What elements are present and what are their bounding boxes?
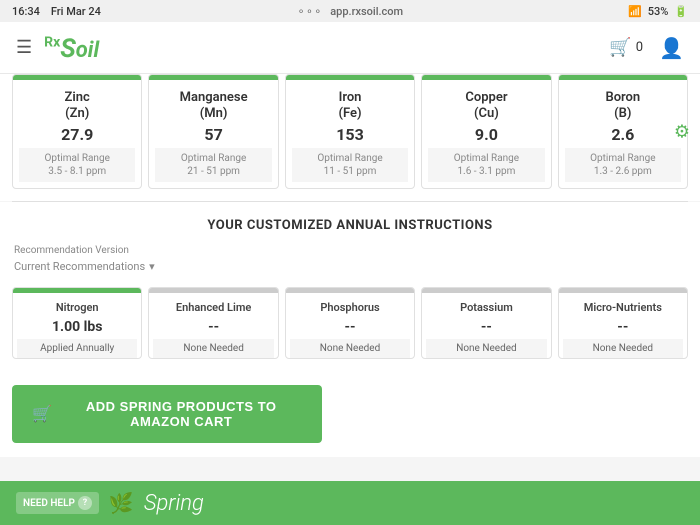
product-name: Nitrogen [17,301,137,315]
nutrient-range: Optimal Range1.6 - 3.1 ppm [428,148,544,182]
product-name: Phosphorus [290,301,410,315]
menu-button[interactable]: ☰ [16,37,32,58]
product-name: Enhanced Lime [153,301,273,315]
cart-button[interactable]: 🛒 0 [609,37,643,58]
product-card-enhanced-lime: Enhanced Lime -- None Needed [148,287,278,359]
nutrient-value: 57 [155,125,271,144]
user-icon[interactable]: 👤 [659,36,684,60]
add-cart-label: ADD SPRING PRODUCTS TO AMAZON CART [60,399,302,429]
nutrient-card-body: Boron(B) 2.6 Optimal Range1.3 - 2.6 ppm [559,80,687,188]
cart-btn-icon: 🛒 [32,404,52,424]
product-status: None Needed [290,339,410,358]
product-status: None Needed [426,339,546,358]
recommendation-value: Current Recommendations [14,260,145,273]
product-value: -- [290,319,410,335]
nutrient-card-zinc: Zinc(Zn) 27.9 Optimal Range3.5 - 8.1 ppm [12,74,142,189]
nutrient-value: 27.9 [19,125,135,144]
cart-icon: 🛒 [609,37,631,58]
nutrient-name: Zinc(Zn) [19,90,135,121]
nutrient-value: 2.6 [565,125,681,144]
nutrient-value: 9.0 [428,125,544,144]
status-time: 16:34 Fri Mar 24 [12,5,101,18]
product-card-micro-nutrients: Micro-Nutrients -- None Needed [558,287,688,359]
nutrient-card-iron: Iron(Fe) 153 Optimal Range11 - 51 ppm [285,74,415,189]
product-card-body: Nitrogen 1.00 lbs Applied Annually [13,293,141,358]
spring-leaf-icon: 🌿 [109,491,134,515]
status-bar: 16:34 Fri Mar 24 ⚬⚬⚬ app.rxsoil.com 📶 53… [0,0,700,22]
season-label: Spring [144,491,204,516]
product-cards: Nitrogen 1.00 lbs Applied Annually Enhan… [12,287,688,359]
nutrient-card-body: Manganese(Mn) 57 Optimal Range21 - 51 pp… [149,80,277,188]
nutrient-cards: Zinc(Zn) 27.9 Optimal Range3.5 - 8.1 ppm… [12,74,688,189]
nutrient-card-body: Copper(Cu) 9.0 Optimal Range1.6 - 3.1 pp… [422,80,550,188]
product-name: Micro-Nutrients [563,301,683,315]
status-url: ⚬⚬⚬ app.rxsoil.com [297,5,403,18]
product-name: Potassium [426,301,546,315]
question-mark: ? [78,496,92,510]
recommendation-label: Recommendation Version [14,245,686,256]
product-card-potassium: Potassium -- None Needed [421,287,551,359]
nutrient-name: Iron(Fe) [292,90,408,121]
product-card-body: Micro-Nutrients -- None Needed [559,293,687,358]
nav-left: ☰ RxSoil [16,34,99,62]
product-card-body: Potassium -- None Needed [422,293,550,358]
add-cart-button[interactable]: 🛒 ADD SPRING PRODUCTS TO AMAZON CART [12,385,322,443]
product-value: -- [426,319,546,335]
instructions-title: YOUR CUSTOMIZED ANNUAL INSTRUCTIONS [12,218,688,233]
nutrient-range: Optimal Range3.5 - 8.1 ppm [19,148,135,182]
product-status: None Needed [153,339,273,358]
top-nav: ☰ RxSoil 🛒 0 👤 [0,22,700,74]
nav-right: 🛒 0 👤 [609,36,684,60]
battery-icon: 53% [648,5,669,18]
instructions-section: YOUR CUSTOMIZED ANNUAL INSTRUCTIONS Reco… [0,202,700,371]
product-status: Applied Annually [17,339,137,358]
nutrient-card-boron: Boron(B) 2.6 Optimal Range1.3 - 2.6 ppm [558,74,688,189]
add-cart-section: 🛒 ADD SPRING PRODUCTS TO AMAZON CART [0,371,700,457]
spring-banner: NEED HELP ? 🌿 Spring [0,481,700,525]
product-value: 1.00 lbs [17,319,137,335]
wifi-icon: 📶 [628,5,642,18]
need-help-badge[interactable]: NEED HELP ? [16,492,99,514]
nutrient-name: Manganese(Mn) [155,90,271,121]
logo-rx: RxSoil [44,34,99,62]
nutrients-section: Zinc(Zn) 27.9 Optimal Range3.5 - 8.1 ppm… [0,74,700,201]
nutrient-card-body: Iron(Fe) 153 Optimal Range11 - 51 ppm [286,80,414,188]
nutrient-card-body: Zinc(Zn) 27.9 Optimal Range3.5 - 8.1 ppm [13,80,141,188]
recommendation-select[interactable]: Current Recommendations ▾ [14,260,686,273]
product-value: -- [153,319,273,335]
nutrient-card-copper: Copper(Cu) 9.0 Optimal Range1.6 - 3.1 pp… [421,74,551,189]
nutrient-card-manganese: Manganese(Mn) 57 Optimal Range21 - 51 pp… [148,74,278,189]
status-indicators: 📶 53% 🔋 [628,5,688,18]
product-card-nitrogen: Nitrogen 1.00 lbs Applied Annually [12,287,142,359]
cart-count: 0 [636,40,643,55]
nutrient-name: Copper(Cu) [428,90,544,121]
product-status: None Needed [563,339,683,358]
product-value: -- [563,319,683,335]
dropdown-icon: ▾ [149,260,155,273]
battery-bar: 🔋 [674,5,688,18]
nutrient-range: Optimal Range21 - 51 ppm [155,148,271,182]
nutrient-value: 153 [292,125,408,144]
logo: RxSoil [44,34,99,62]
product-card-body: Phosphorus -- None Needed [286,293,414,358]
gear-icon[interactable]: ⚙ [674,121,690,142]
nutrient-range: Optimal Range1.3 - 2.6 ppm [565,148,681,182]
nutrient-name: Boron(B) [565,90,681,121]
need-help-label: NEED HELP [23,498,75,509]
product-card-phosphorus: Phosphorus -- None Needed [285,287,415,359]
nutrient-range: Optimal Range11 - 51 ppm [292,148,408,182]
product-card-body: Enhanced Lime -- None Needed [149,293,277,358]
